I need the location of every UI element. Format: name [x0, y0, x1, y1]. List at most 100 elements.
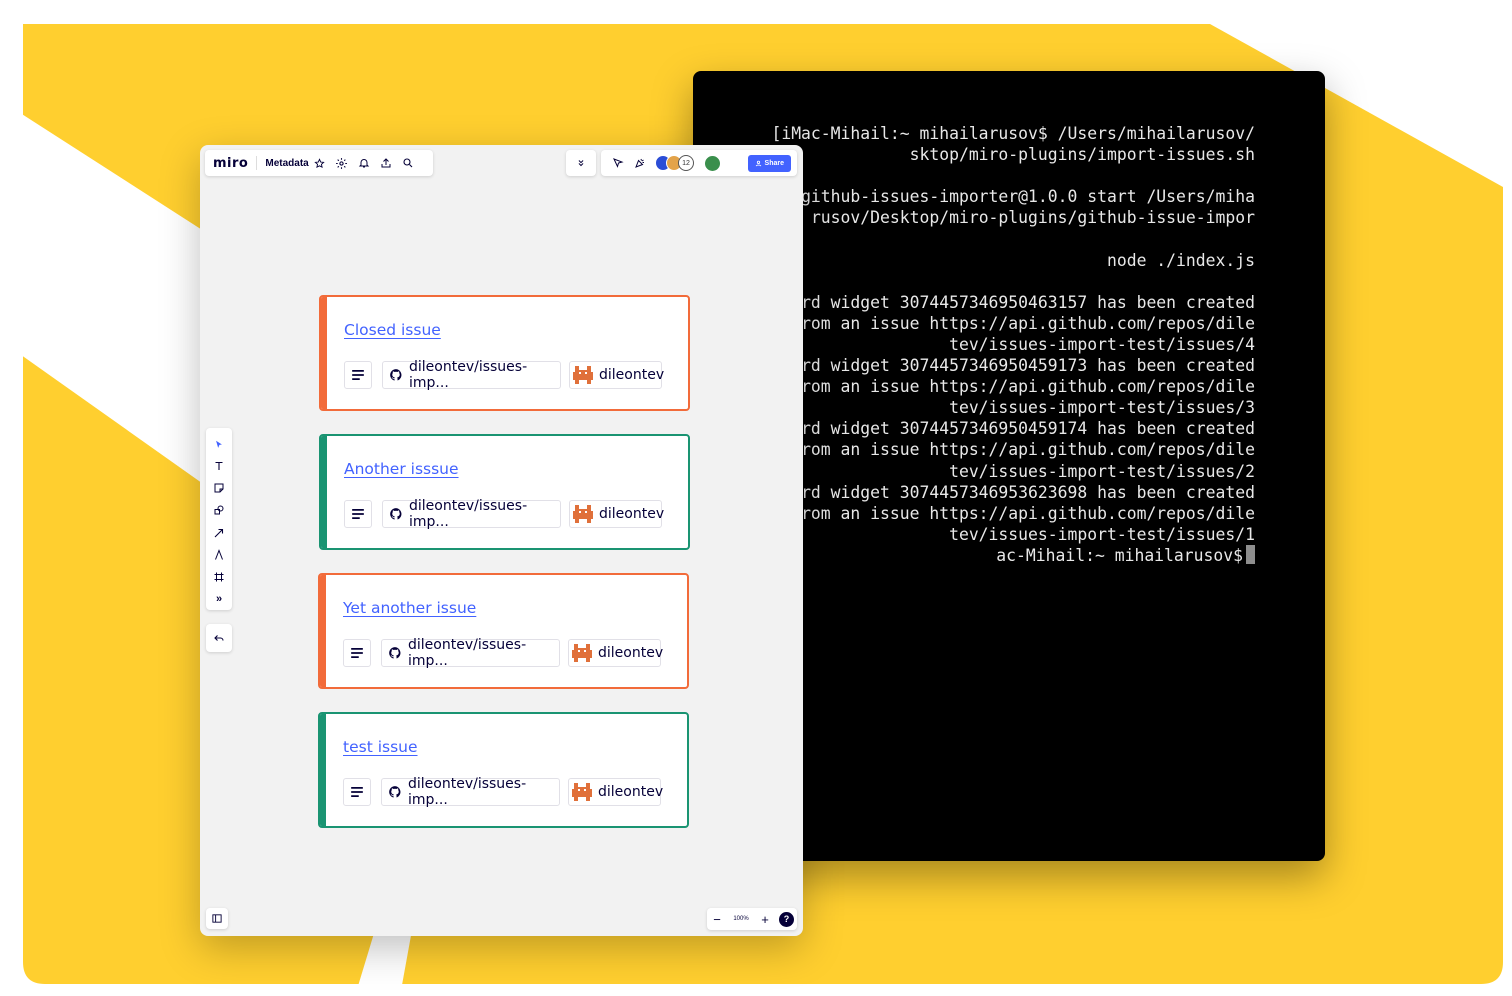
terminal-line: sktop/miro-plugins/import-issues.sh [909, 145, 1255, 165]
sidebar-icon [212, 914, 222, 923]
search-icon[interactable] [397, 152, 419, 174]
more-tools-icon: » [215, 592, 223, 605]
zoom-level[interactable]: 100% [727, 916, 755, 922]
chevron-down-icon [578, 160, 584, 167]
more-tools-button[interactable]: » [208, 588, 230, 610]
undo-button[interactable] [206, 624, 232, 652]
github-icon [388, 785, 402, 799]
collaborator-count: 12 [678, 155, 694, 171]
description-icon [351, 648, 363, 658]
collapse-toolbar-button[interactable] [566, 150, 596, 176]
status-bar [321, 436, 327, 548]
collaboration-toolbar: 12 Share [601, 150, 797, 176]
issue-title-link[interactable]: Closed issue [344, 321, 441, 339]
issue-title-link[interactable]: Yet another issue [343, 599, 476, 617]
repository-chip[interactable]: dileontev/issues-imp... [382, 498, 561, 530]
terminal-line: rd widget 3074457346953623698 has been c… [801, 482, 1255, 502]
settings-icon[interactable] [331, 152, 353, 174]
description-button[interactable] [344, 500, 372, 528]
repository-chip[interactable]: dileontev/issues-imp... [381, 776, 560, 808]
description-icon [352, 509, 364, 519]
user-avatar-icon [572, 644, 592, 662]
miro-logo[interactable]: miro [213, 156, 248, 171]
cursor-icon[interactable] [607, 152, 629, 174]
terminal-line: rusov/Desktop/miro-plugins/github-issue-… [810, 208, 1255, 228]
terminal-line: rom an issue https://api.github.com/repo… [801, 503, 1255, 523]
description-icon [352, 370, 364, 380]
pen-icon [215, 548, 223, 560]
bell-icon[interactable] [353, 152, 375, 174]
share-label: Share [764, 159, 784, 167]
sticky-note-tool[interactable] [208, 477, 230, 499]
help-button[interactable]: ? [779, 911, 794, 927]
board-name[interactable]: Metadata [265, 158, 308, 169]
repository-chip[interactable]: dileontev/issues-imp... [382, 359, 561, 391]
toolbar-divider [256, 156, 258, 170]
shapes-tool[interactable] [208, 499, 230, 521]
collaborator-avatars[interactable]: 12 [655, 155, 694, 171]
repository-chip[interactable]: dileontev/issues-imp... [381, 637, 560, 669]
text-tool[interactable] [208, 455, 230, 477]
terminal-line: tev/issues-import-test/issues/1 [949, 524, 1255, 544]
user-avatar-icon [573, 366, 593, 384]
issue-title-link[interactable]: test issue [343, 738, 418, 756]
shapes-icon [214, 505, 224, 515]
description-button[interactable] [343, 778, 371, 806]
assignee-chip[interactable]: dileontev [569, 361, 665, 389]
frame-icon [214, 572, 224, 582]
terminal-line: rd widget 3074457346950459174 has been c… [801, 419, 1255, 439]
arrow-icon [214, 528, 224, 537]
assignee-chip[interactable]: dileontev [569, 500, 665, 528]
terminal-line: tev/issues-import-test/issues/3 [949, 398, 1255, 418]
select-tool[interactable] [208, 433, 230, 455]
text-icon [215, 462, 223, 471]
zoom-controls: − 100% + ? [707, 908, 797, 930]
github-icon [389, 507, 403, 521]
creation-toolbar: » [206, 428, 232, 610]
upload-icon[interactable] [375, 152, 397, 174]
zoom-in-button[interactable]: + [755, 912, 775, 927]
pen-tool[interactable] [208, 544, 230, 566]
connection-line-tool[interactable] [208, 522, 230, 544]
sticky-note-icon [214, 483, 224, 493]
issue-card[interactable]: Closed issue dileontev/issues-imp... dil… [319, 295, 690, 411]
issue-title-link[interactable]: Another isssue [344, 460, 459, 478]
share-button[interactable]: Share [747, 154, 791, 172]
repository-name: dileontev/issues-imp... [408, 776, 527, 808]
terminal-line: tev/issues-import-test/issues/2 [949, 461, 1255, 481]
user-avatar-icon [572, 783, 592, 801]
status-bar [320, 714, 326, 826]
issue-card[interactable]: test issue dileontev/issues-imp... dileo… [318, 712, 689, 828]
user-avatar[interactable] [704, 154, 721, 172]
description-button[interactable] [344, 361, 372, 389]
frame-tool[interactable] [208, 566, 230, 588]
terminal-cursor [1246, 544, 1255, 564]
zoom-out-button[interactable]: − [707, 912, 727, 927]
issue-card[interactable]: Another isssue dileontev/issues-imp... d… [319, 434, 690, 550]
user-icon [755, 160, 761, 166]
star-icon[interactable] [309, 152, 331, 174]
repository-name: dileontev/issues-imp... [409, 359, 528, 391]
pointer-icon [216, 440, 222, 448]
assignee-chip[interactable]: dileontev [568, 639, 664, 667]
github-icon [389, 368, 403, 382]
celebrate-icon[interactable] [629, 152, 651, 174]
undo-icon [214, 635, 224, 641]
assignee-chip[interactable]: dileontev [568, 778, 664, 806]
repository-name: dileontev/issues-imp... [408, 637, 527, 669]
board-panel-button[interactable] [206, 908, 228, 929]
user-avatar-icon [573, 505, 593, 523]
status-bar [320, 575, 326, 687]
assignee-name: dileontev [599, 506, 665, 522]
repository-name: dileontev/issues-imp... [409, 498, 528, 530]
issue-card[interactable]: Yet another issue dileontev/issues-imp..… [318, 573, 689, 689]
assignee-name: dileontev [598, 784, 664, 800]
terminal-line: rd widget 3074457346950463157 has been c… [801, 292, 1255, 312]
description-button[interactable] [343, 639, 371, 667]
assignee-name: dileontev [599, 367, 665, 383]
terminal-line: node ./index.js [1106, 250, 1255, 270]
status-bar [321, 297, 327, 409]
assignee-name: dileontev [598, 645, 664, 661]
board-toolbar: miro Metadata [205, 150, 433, 176]
terminal-line: [iMac-Mihail:~ mihailarusov$ /Users/miha… [771, 124, 1255, 143]
